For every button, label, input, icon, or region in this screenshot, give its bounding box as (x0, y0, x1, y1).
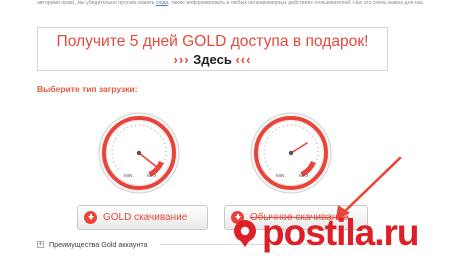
gauge-max-label: MAX (299, 173, 309, 178)
gauge-min-label: MIN (124, 173, 132, 178)
gauge-max-label: MAX (147, 173, 157, 178)
promo-arrows-left: ››› (173, 52, 190, 67)
top-note: авторами прав), мы убедительно просим на… (37, 0, 437, 7)
gold-download-button[interactable]: GOLD скачивание (77, 205, 208, 230)
download-icon (84, 211, 97, 224)
promo-arrows-right: ‹‹‹ (235, 52, 252, 67)
regular-speed-gauge: MIN MAX (249, 111, 333, 195)
promo-here-label: Здесь (193, 52, 232, 67)
top-note-text-before: авторами прав), мы убедительно просим на… (37, 0, 155, 6)
promo-here-link[interactable]: ››› Здесь ‹‹‹ (38, 52, 387, 67)
gold-advantages-label: Преимущества Gold аккаунта (49, 240, 148, 249)
watermark-text: postila.ru (262, 212, 420, 253)
top-note-link[interactable]: сюда (156, 0, 168, 6)
regular-speed-gauge-svg: MIN MAX (250, 112, 332, 194)
plus-icon: + (37, 241, 44, 248)
top-note-text-after: , также информировать в любых неправомер… (168, 0, 425, 6)
pin-icon (234, 220, 256, 247)
watermark: postila.ru (222, 200, 458, 266)
gauge-hub (136, 150, 142, 156)
promo-title: Получите 5 дней GOLD доступа в подарок! (56, 33, 369, 50)
gauge-hub (288, 150, 294, 156)
gold-download-label: GOLD скачивание (103, 212, 188, 223)
gold-advantages-toggle[interactable]: + Преимущества Gold аккаунта (37, 240, 148, 249)
gold-speed-gauge: MIN MAX (97, 111, 181, 195)
gold-speed-gauge-svg: MIN MAX (98, 112, 180, 194)
gauge-min-label: MIN (276, 173, 284, 178)
download-type-label: Выберите тип загрузки: (37, 84, 138, 94)
gold-promo-banner[interactable]: Получите 5 дней GOLD доступа в подарок! … (37, 27, 388, 71)
